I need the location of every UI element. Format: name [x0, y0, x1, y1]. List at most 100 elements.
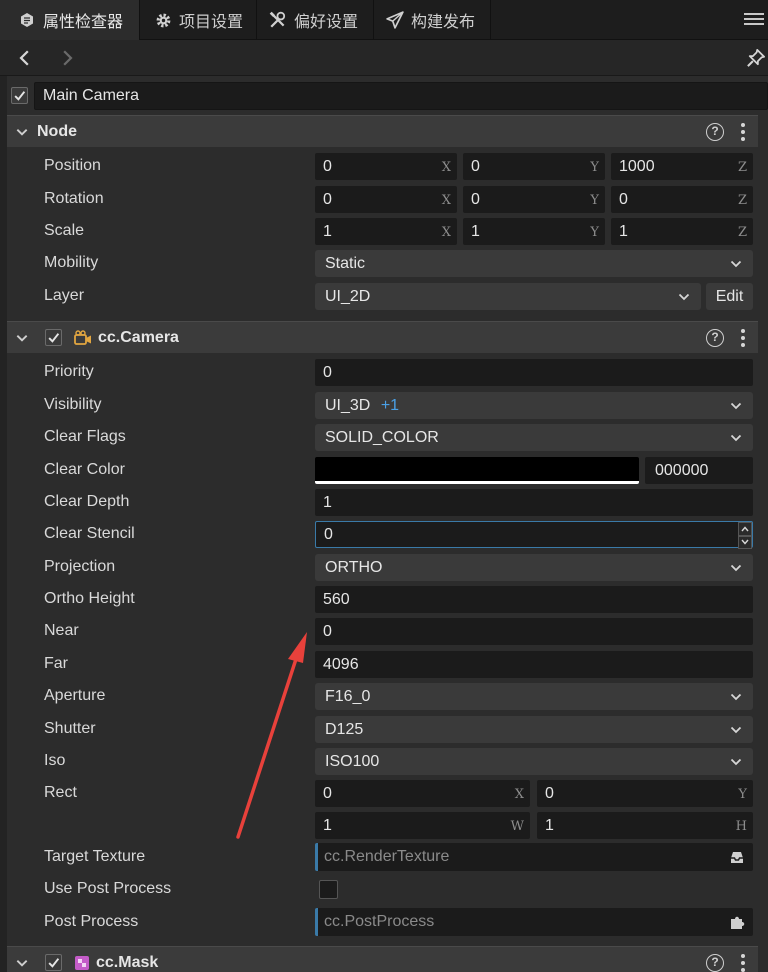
axis-x-label: X	[441, 225, 451, 240]
camera-section-header[interactable]: cc.Camera ?	[7, 321, 758, 353]
far-input[interactable]: 4096	[315, 651, 753, 678]
clear-stencil-input[interactable]: 0	[315, 521, 753, 549]
tab-preferences[interactable]: 偏好设置	[257, 0, 374, 40]
scale-x-input[interactable]: 1X	[315, 218, 457, 245]
left-gutter	[0, 76, 7, 972]
stepper-down-icon[interactable]	[738, 535, 752, 549]
use-post-process-label: Use Post Process	[44, 880, 172, 897]
node-name-input[interactable]: Main Camera	[34, 82, 768, 110]
position-z-input[interactable]: 1000 Z	[611, 153, 753, 180]
stepper-up-icon[interactable]	[738, 522, 752, 536]
rect-x-value: 0	[323, 785, 332, 802]
near-input[interactable]: 0	[315, 618, 753, 645]
priority-label: Priority	[44, 363, 94, 380]
iso-value: ISO100	[325, 753, 380, 770]
pin-icon[interactable]	[746, 48, 766, 73]
rotation-x-input[interactable]: 0X	[315, 186, 457, 213]
node-section-header[interactable]: Node ?	[7, 115, 758, 147]
rect-x-input[interactable]: 0X	[315, 780, 530, 807]
projection-select[interactable]: ORTHO	[315, 554, 753, 581]
axis-y-label: Y	[590, 225, 599, 240]
rect-y-value: 0	[545, 785, 554, 802]
camera-enabled-checkbox[interactable]	[45, 329, 62, 346]
help-icon[interactable]: ?	[706, 329, 724, 347]
rect-y-input[interactable]: 0Y	[537, 780, 753, 807]
position-y-input[interactable]: 0Y	[463, 153, 605, 180]
forward-arrow-icon[interactable]	[58, 49, 76, 72]
more-options-icon[interactable]	[740, 329, 746, 347]
tab-project-settings-label: 项目设置	[179, 14, 244, 31]
gear-icon	[154, 11, 172, 29]
rect-h-input[interactable]: 1H	[537, 812, 753, 839]
puzzle-icon[interactable]	[729, 914, 745, 930]
more-options-icon[interactable]	[740, 123, 746, 141]
chevron-down-icon	[730, 434, 742, 442]
chevron-down-icon	[678, 293, 690, 301]
near-label: Near	[44, 622, 79, 639]
clear-color-swatch[interactable]	[315, 457, 639, 484]
mask-section-header[interactable]: cc.Mask ?	[7, 946, 758, 972]
chevron-down-icon	[730, 564, 742, 572]
tab-inspector[interactable]: 属性检查器	[0, 0, 140, 40]
chevron-down-icon	[730, 758, 742, 766]
mask-section-title: cc.Mask	[96, 953, 159, 971]
rotation-x-value: 0	[323, 191, 332, 208]
clear-flags-select[interactable]: SOLID_COLOR	[315, 424, 753, 451]
use-post-process-checkbox[interactable]	[319, 880, 338, 899]
axis-x-label: X	[514, 787, 524, 802]
ortho-height-input[interactable]: 560	[315, 586, 753, 613]
layer-select[interactable]: UI_2D	[315, 283, 701, 310]
clear-flags-label: Clear Flags	[44, 428, 126, 445]
aperture-select[interactable]: F16_0	[315, 683, 753, 710]
priority-input[interactable]: 0	[315, 359, 753, 386]
clear-depth-label: Clear Depth	[44, 493, 130, 510]
tab-preferences-label: 偏好设置	[294, 14, 359, 31]
projection-value: ORTHO	[325, 559, 383, 576]
target-texture-asset-field[interactable]: cc.RenderTexture	[315, 843, 753, 871]
mobility-value: Static	[325, 255, 366, 272]
inbox-icon[interactable]	[729, 849, 745, 865]
tab-project-settings[interactable]: 项目设置	[140, 0, 257, 40]
iso-select[interactable]: ISO100	[315, 748, 753, 775]
number-stepper[interactable]	[738, 522, 752, 549]
more-options-icon[interactable]	[740, 954, 746, 972]
scale-z-input[interactable]: 1Z	[611, 218, 753, 245]
clear-stencil-value: 0	[324, 526, 333, 543]
camera-component-icon	[74, 329, 92, 346]
mask-enabled-checkbox[interactable]	[45, 954, 62, 971]
scale-y-input[interactable]: 1Y	[463, 218, 605, 245]
help-icon[interactable]: ?	[706, 123, 724, 141]
tab-inspector-label: 属性检查器	[43, 14, 124, 31]
position-x-input[interactable]: 0X	[315, 153, 457, 180]
far-label: Far	[44, 655, 68, 672]
tab-build-publish[interactable]: 构建发布	[374, 0, 491, 40]
axis-y-label: Y	[590, 160, 599, 175]
hamburger-menu-icon[interactable]	[744, 10, 764, 30]
scale-y-value: 1	[471, 223, 480, 240]
layer-edit-button[interactable]: Edit	[706, 283, 753, 310]
help-icon[interactable]: ?	[706, 954, 724, 972]
scale-label: Scale	[44, 222, 85, 239]
chevron-down-icon	[16, 334, 28, 342]
projection-label: Projection	[44, 558, 116, 575]
post-process-label: Post Process	[44, 913, 139, 930]
tab-build-publish-label: 构建发布	[411, 14, 476, 31]
clear-color-hex-input[interactable]: 000000	[645, 457, 753, 484]
mobility-select[interactable]: Static	[315, 250, 753, 277]
axis-w-label: W	[510, 819, 524, 834]
target-texture-placeholder: cc.RenderTexture	[324, 848, 450, 865]
back-arrow-icon[interactable]	[16, 49, 34, 72]
mask-component-icon	[74, 955, 90, 971]
rotation-z-input[interactable]: 0Z	[611, 186, 753, 213]
visibility-select[interactable]: UI_3D +1	[315, 392, 753, 419]
axis-h-label: H	[735, 819, 747, 834]
post-process-asset-field[interactable]: cc.PostProcess	[315, 908, 753, 936]
node-active-checkbox[interactable]	[11, 87, 28, 104]
rect-w-input[interactable]: 1W	[315, 812, 530, 839]
rotation-y-input[interactable]: 0Y	[463, 186, 605, 213]
iso-label: Iso	[44, 752, 66, 769]
shutter-select[interactable]: D125	[315, 716, 753, 743]
clear-stencil-label: Clear Stencil	[44, 525, 135, 542]
clear-depth-input[interactable]: 1	[315, 489, 753, 516]
rect-label: Rect	[44, 784, 77, 801]
